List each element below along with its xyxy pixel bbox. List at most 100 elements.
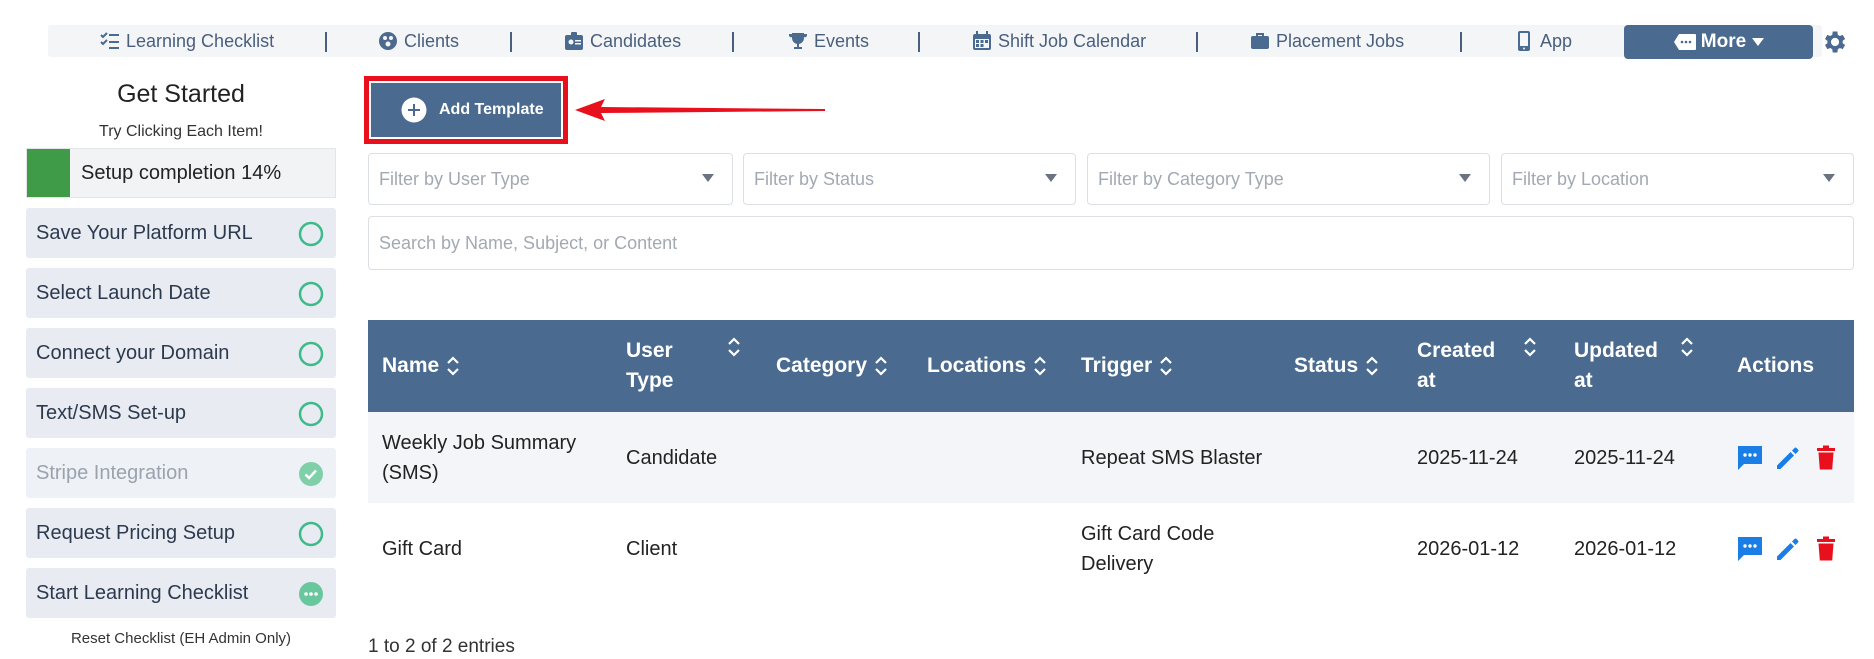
column-header-category[interactable]: Category bbox=[776, 320, 887, 412]
cell-user-type: Candidate bbox=[626, 446, 718, 469]
cell-created-at: 2026-01-12 bbox=[1417, 537, 1520, 560]
nav-item-label: Shift Job Calendar bbox=[998, 30, 1147, 51]
caret-down-icon bbox=[1045, 174, 1057, 182]
caret-down-icon bbox=[1459, 174, 1471, 182]
search-input[interactable] bbox=[368, 216, 1854, 270]
column-header-trigger[interactable]: Trigger bbox=[1081, 320, 1172, 412]
column-label: Trigger bbox=[1081, 354, 1153, 377]
empty-circle-icon bbox=[298, 341, 324, 367]
cell-name: Weekly Job Summary (SMS) bbox=[382, 431, 577, 484]
edit-pencil-icon[interactable] bbox=[1774, 444, 1802, 472]
add-template-button[interactable]: Add Template bbox=[371, 83, 561, 137]
nav-item-events[interactable]: Events bbox=[788, 25, 869, 57]
caret-down-icon bbox=[1752, 38, 1765, 46]
more-label: More bbox=[1700, 31, 1747, 52]
table-row: Gift Card Client Gift Card Code Delivery … bbox=[368, 503, 1854, 594]
checklist-item-label: Start Learning Checklist bbox=[36, 582, 249, 604]
sort-icon bbox=[1524, 337, 1536, 357]
trophy-icon bbox=[788, 33, 808, 49]
nav-item-app[interactable]: App bbox=[1514, 25, 1572, 57]
nav-separator bbox=[1460, 32, 1462, 52]
column-label: Name bbox=[382, 354, 440, 377]
column-label: User Type bbox=[626, 339, 674, 392]
filter-user-type[interactable]: Filter by User Type bbox=[368, 153, 733, 205]
message-icon[interactable] bbox=[1736, 535, 1764, 563]
nav-item-candidates[interactable]: Candidates bbox=[564, 25, 681, 57]
calendar-icon bbox=[973, 31, 991, 50]
cell-trigger: Gift Card Code Delivery bbox=[1081, 522, 1215, 575]
sort-icon bbox=[1366, 356, 1378, 376]
column-header-status[interactable]: Status bbox=[1294, 320, 1378, 412]
trash-icon[interactable] bbox=[1812, 444, 1840, 472]
nav-separator bbox=[732, 32, 734, 52]
cell-created-at: 2025-11-24 bbox=[1417, 446, 1518, 469]
filter-placeholder: Filter by Status bbox=[754, 169, 875, 189]
column-label: Locations bbox=[927, 354, 1027, 377]
checklist-item-domain[interactable]: Connect your Domain bbox=[26, 328, 336, 378]
nav-item-label: Clients bbox=[404, 30, 460, 51]
column-header-updated-at[interactable]: Updated at bbox=[1574, 320, 1714, 412]
sidebar-title: Get Started bbox=[117, 80, 245, 108]
checklist-item-label: Select Launch Date bbox=[36, 282, 211, 304]
column-header-locations[interactable]: Locations bbox=[927, 320, 1046, 412]
id-badge-icon bbox=[565, 32, 583, 50]
filter-category-type[interactable]: Filter by Category Type bbox=[1087, 153, 1490, 205]
red-arrow-annotation bbox=[575, 99, 825, 121]
cell-updated-at: 2026-01-12 bbox=[1574, 537, 1677, 560]
column-header-name[interactable]: Name bbox=[382, 320, 459, 412]
nav-item-learning-checklist[interactable]: Learning Checklist bbox=[100, 25, 274, 57]
filter-placeholder: Filter by User Type bbox=[379, 169, 530, 189]
setup-progress: Setup completion 14% bbox=[26, 148, 336, 198]
filter-location[interactable]: Filter by Location bbox=[1501, 153, 1854, 205]
nav-separator bbox=[1196, 32, 1198, 52]
reset-checklist-link[interactable]: Reset Checklist (EH Admin Only) bbox=[26, 630, 336, 647]
checklist-item-stripe[interactable]: Stripe Integration bbox=[26, 448, 336, 498]
cell-name: Gift Card bbox=[382, 537, 463, 560]
nav-separator bbox=[510, 32, 512, 52]
cell-user-type: Client bbox=[626, 537, 678, 560]
empty-circle-icon bbox=[298, 221, 324, 247]
sort-icon bbox=[1681, 337, 1693, 357]
nav-item-label: Events bbox=[814, 30, 870, 51]
filter-placeholder: Filter by Category Type bbox=[1098, 169, 1284, 189]
checklist-item-label: Request Pricing Setup bbox=[36, 522, 236, 544]
column-header-created-at[interactable]: Created at bbox=[1417, 320, 1557, 412]
entries-count: 1 to 2 of 2 entries bbox=[368, 636, 515, 657]
filter-status[interactable]: Filter by Status bbox=[743, 153, 1076, 205]
checklist-item-label: Text/SMS Set-up bbox=[36, 402, 187, 424]
filter-placeholder: Filter by Location bbox=[1512, 169, 1650, 189]
nav-separator bbox=[918, 32, 920, 52]
empty-circle-icon bbox=[298, 281, 324, 307]
nav-item-placement-jobs[interactable]: Placement Jobs bbox=[1250, 25, 1404, 57]
nav-item-label: Learning Checklist bbox=[126, 30, 275, 51]
gear-icon[interactable] bbox=[1820, 28, 1848, 56]
sort-icon bbox=[1160, 356, 1172, 376]
sidebar-subtitle: Try Clicking Each Item! bbox=[99, 123, 263, 140]
checklist-item-sms-setup[interactable]: Text/SMS Set-up bbox=[26, 388, 336, 438]
more-menu-button[interactable]: More bbox=[1624, 25, 1813, 59]
checklist-item-launch-date[interactable]: Select Launch Date bbox=[26, 268, 336, 318]
edit-pencil-icon[interactable] bbox=[1774, 535, 1802, 563]
trash-icon[interactable] bbox=[1812, 535, 1840, 563]
checklist-icon bbox=[100, 32, 119, 49]
table-header: Name User Type Category Locations Trigger… bbox=[368, 320, 1854, 412]
nav-item-shift-job-calendar[interactable]: Shift Job Calendar bbox=[972, 25, 1146, 57]
row-actions bbox=[1736, 412, 1850, 503]
column-label: Category bbox=[776, 354, 868, 377]
empty-circle-icon bbox=[298, 401, 324, 427]
column-header-user-type[interactable]: User Type bbox=[626, 320, 756, 412]
caret-down-icon bbox=[702, 174, 714, 182]
checklist-item-label: Stripe Integration bbox=[36, 462, 189, 484]
sort-icon bbox=[447, 356, 459, 376]
nav-item-clients[interactable]: Clients bbox=[378, 25, 459, 57]
add-template-label: Add Template bbox=[439, 101, 544, 118]
column-label: Actions bbox=[1737, 354, 1815, 377]
progress-fill bbox=[27, 149, 70, 197]
column-label: Updated at bbox=[1574, 339, 1658, 392]
sort-icon bbox=[875, 356, 887, 376]
checklist-item-pricing[interactable]: Request Pricing Setup bbox=[26, 508, 336, 558]
checklist-item-learning[interactable]: Start Learning Checklist bbox=[26, 568, 336, 618]
empty-circle-icon bbox=[298, 521, 324, 547]
checklist-item-platform-url[interactable]: Save Your Platform URL bbox=[26, 208, 336, 258]
message-icon[interactable] bbox=[1736, 444, 1764, 472]
